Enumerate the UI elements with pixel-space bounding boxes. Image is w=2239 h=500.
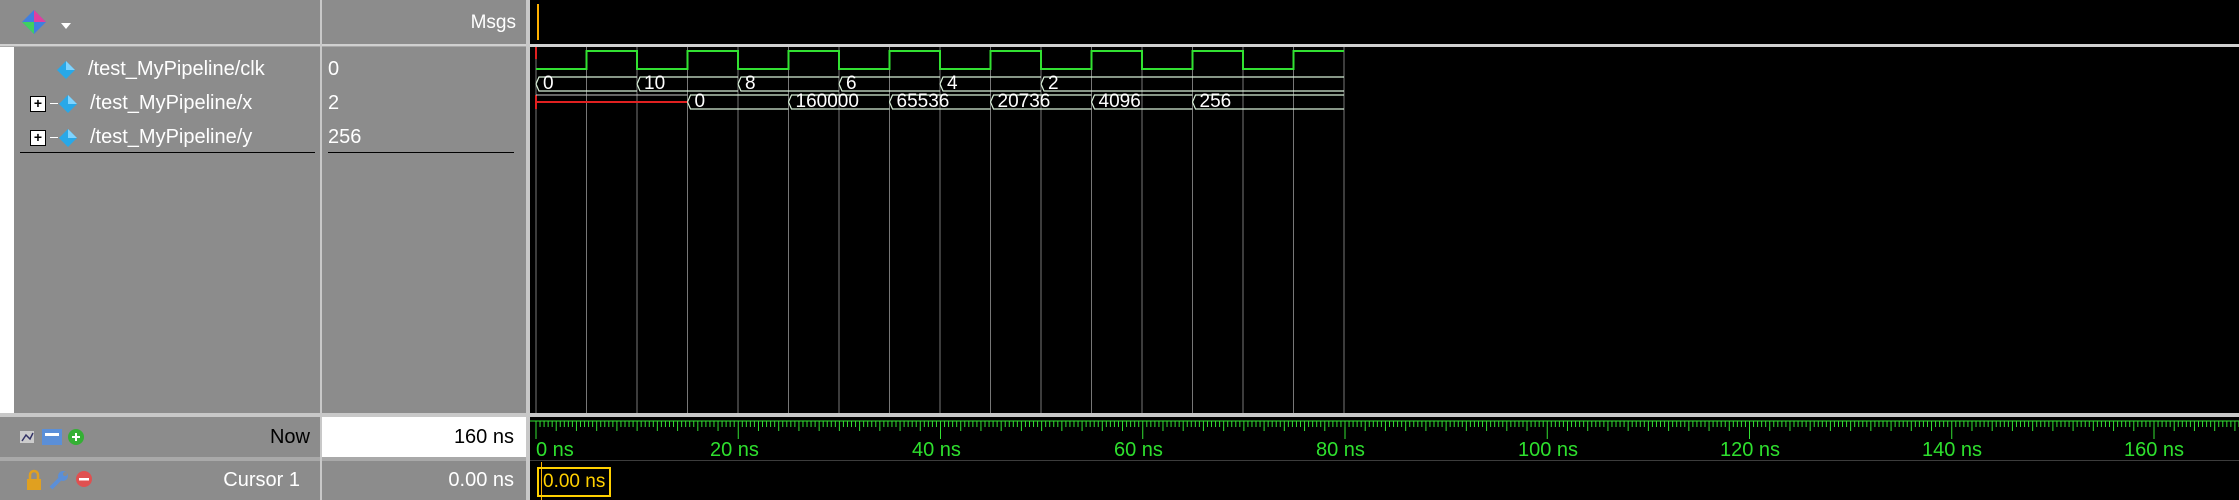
lock-icon[interactable] (24, 469, 44, 491)
ruler-tick-label: 80 ns (1316, 439, 1365, 461)
cursor-row-label-cell: Cursor 1 (0, 461, 320, 500)
msgs-header: Msgs (322, 0, 526, 46)
wave-window: Msgs /test_MyPipeline/clk +/test_MyPipel… (0, 0, 2239, 500)
cursor-label: Cursor 1 (223, 469, 300, 491)
signal-name-list: /test_MyPipeline/clk + /test_MyPipeline/x… (0, 47, 320, 413)
tree-line (50, 137, 58, 139)
cursor-readout[interactable]: 0.00 ns (537, 467, 612, 497)
toolbar-header (0, 0, 320, 46)
ruler-tick-label: 60 ns (1114, 439, 1163, 461)
clk-waveform (536, 50, 1344, 70)
ruler-tick-label: 40 ns (912, 439, 961, 461)
dropdown-arrow-icon[interactable] (60, 22, 72, 30)
wrench-icon[interactable] (48, 469, 70, 491)
ruler-tick-label: 20 ns (710, 439, 759, 461)
now-label: Now (269, 426, 310, 448)
now-row-label-cell: Now (0, 417, 320, 457)
now-value: 160 ns (453, 426, 514, 448)
signal-row-x[interactable]: + /test_MyPipeline/x (30, 87, 252, 119)
signal-row-y[interactable]: + /test_MyPipeline/y (30, 121, 252, 153)
expand-button[interactable]: + (30, 129, 46, 146)
wave-header (530, 0, 2239, 47)
x-bus-value-label: 8 (745, 73, 756, 94)
signal-value-list: 0 2 256 (322, 47, 526, 413)
y-bus-value-label: 0 (695, 91, 706, 112)
cursor-value-cell: 0.00 ns (322, 461, 526, 500)
ruler-tick-label: 100 ns (1518, 439, 1579, 461)
ruler-tick-label: 0 ns (536, 439, 574, 461)
tree-line (50, 103, 58, 105)
signal-diamond-icon (59, 128, 77, 147)
x-bus-value-label: 10 (644, 73, 665, 94)
time-ruler[interactable]: 0 ns 20 ns 40 ns 60 ns 80 ns 100 ns 120 ns 140 … (530, 417, 2239, 500)
ruler-tick-label: 160 ns (2124, 439, 2185, 461)
signal-name: /test_MyPipeline/clk (88, 58, 265, 80)
cursor-value: 0.00 ns (448, 469, 514, 491)
y-bus-value-label: 4096 (1099, 91, 1141, 112)
signal-diamond-icon (59, 94, 77, 113)
expand-button[interactable]: + (30, 95, 46, 112)
waveform-canvas[interactable]: 0 10 8 6 4 20 160000 65536 20736 4096 256 (530, 47, 2239, 413)
signal-value-y: 256 (328, 126, 362, 148)
signal-diamond-icon (57, 60, 75, 79)
signal-name: /test_MyPipeline/x (90, 92, 253, 114)
ruler-tick-label: 140 ns (1922, 439, 1983, 461)
now-value-cell: 160 ns (322, 417, 526, 457)
y-bus-value-label: 256 (1200, 91, 1232, 112)
signal-value-x: 2 (328, 92, 340, 114)
ruler-tick-label: 120 ns (1720, 439, 1781, 461)
insertion-line (328, 152, 514, 153)
signal-row-clk[interactable]: /test_MyPipeline/clk (56, 53, 265, 85)
signal-value-clk: 0 (328, 58, 340, 80)
y-bus-value-label: 160000 (796, 91, 859, 112)
signal-name: /test_MyPipeline/y (90, 126, 253, 148)
wave-tool-icon[interactable] (20, 8, 60, 38)
ruler-ticks (530, 420, 2239, 461)
waveform-pane[interactable]: 0 10 8 6 4 2 0 160000 65536 20736 4096 256 (530, 47, 2239, 413)
y-bus-value-label: 20736 (998, 91, 1051, 112)
insertion-line (20, 152, 315, 153)
add-icon[interactable] (20, 427, 92, 449)
cursor-marker[interactable] (537, 4, 539, 40)
msgs-label: Msgs (470, 12, 516, 33)
y-bus-value-label: 65536 (897, 91, 950, 112)
x-bus-value-label: 0 (543, 73, 554, 94)
delete-icon[interactable] (74, 469, 96, 491)
